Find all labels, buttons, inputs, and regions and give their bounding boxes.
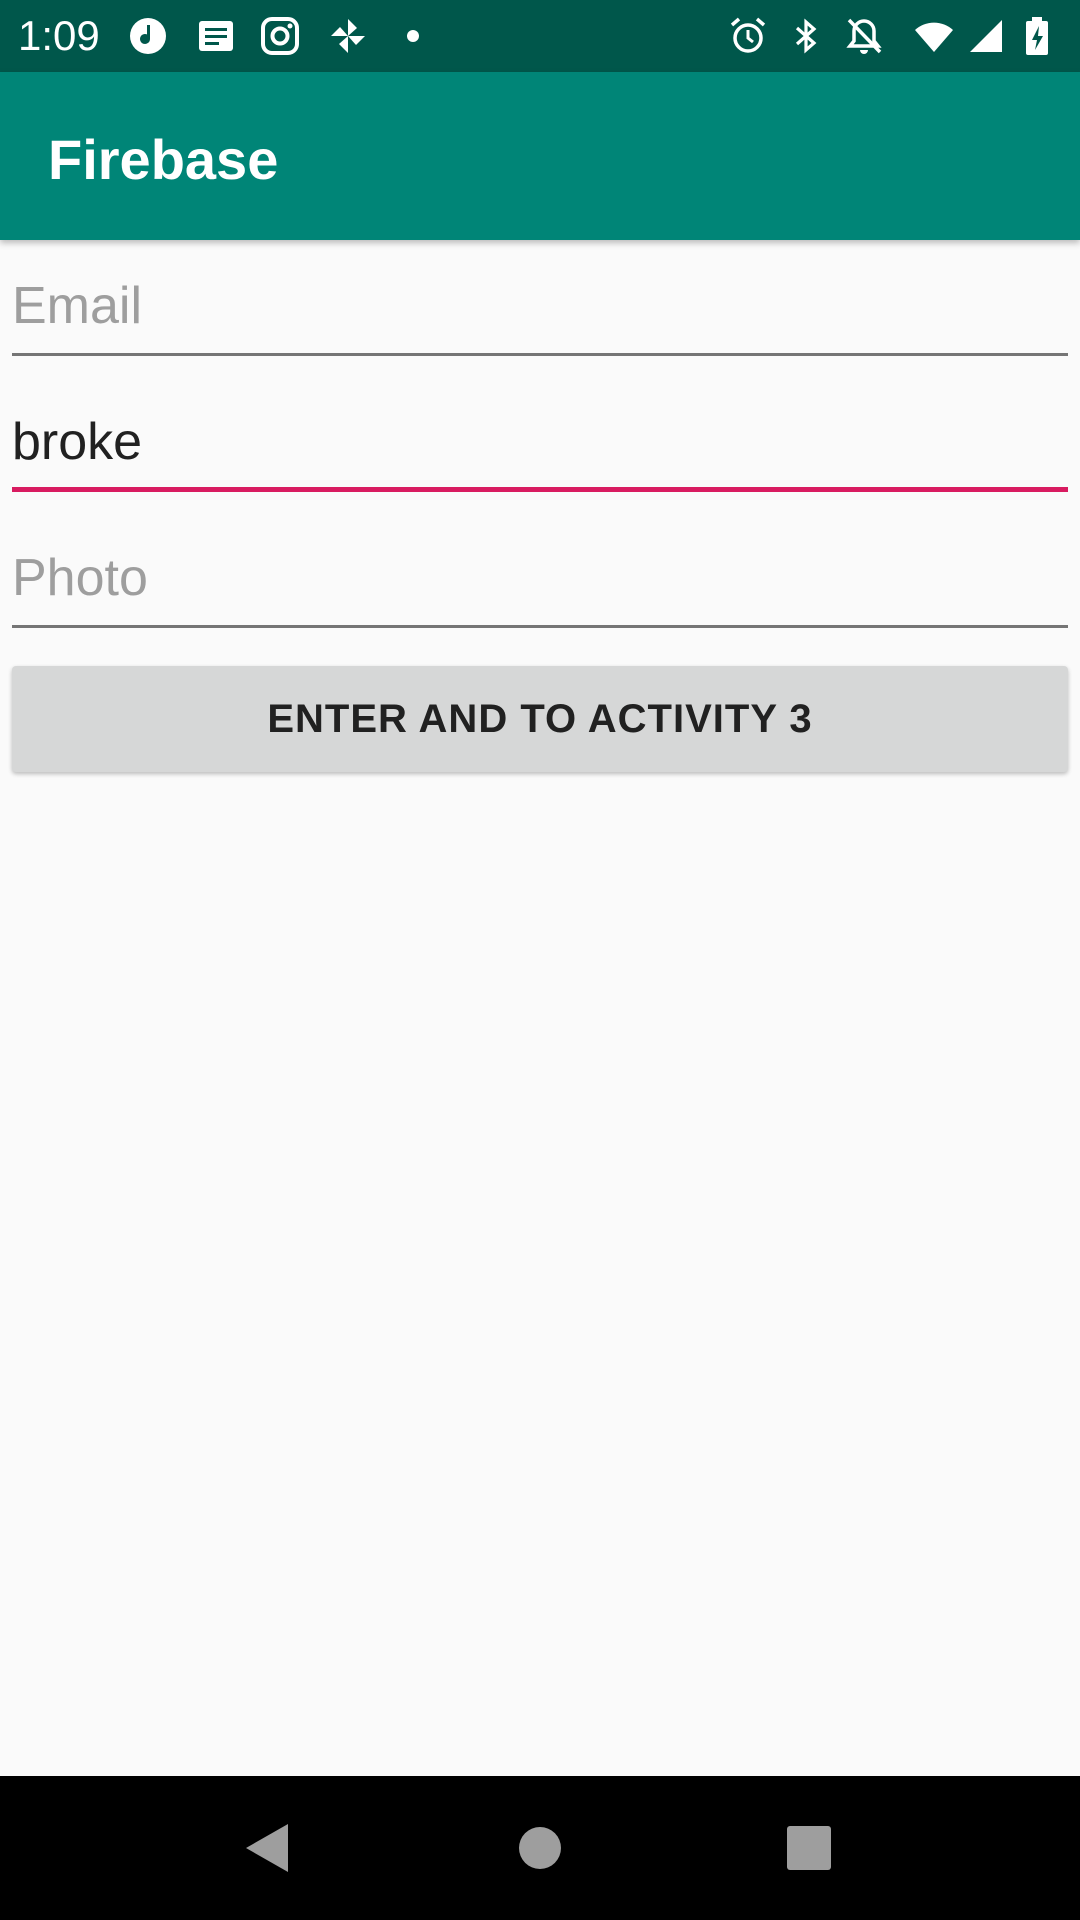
dot-icon — [393, 16, 433, 56]
photo-field-underline — [12, 625, 1068, 628]
password-field-underline — [12, 487, 1068, 492]
email-field-container — [12, 246, 1068, 356]
navigation-bar — [0, 1776, 1080, 1920]
music-note-icon — [128, 16, 168, 56]
photo-field[interactable] — [12, 538, 1068, 618]
email-field-underline — [12, 353, 1068, 356]
news-icon — [196, 16, 236, 56]
app-title: Firebase — [48, 128, 279, 191]
instagram-icon — [260, 16, 300, 56]
recents-icon[interactable] — [759, 1798, 859, 1898]
password-field-container — [12, 382, 1068, 492]
wifi-icon — [914, 16, 954, 56]
enter-activity-3-button[interactable]: ENTER AND TO ACTIVITY 3 — [12, 666, 1068, 772]
status-time: 1:09 — [18, 12, 100, 59]
password-field[interactable] — [12, 402, 1068, 482]
email-field[interactable] — [12, 266, 1068, 346]
home-icon[interactable] — [490, 1798, 590, 1898]
notifications-off-icon — [844, 16, 884, 56]
alarm-icon — [728, 16, 768, 56]
pinwheel-icon — [328, 16, 368, 56]
photo-field-container — [12, 518, 1068, 628]
app-bar: Firebase — [0, 72, 1080, 240]
cell-signal-icon — [966, 16, 1006, 56]
battery-charging-icon — [1020, 16, 1056, 56]
status-bar: 1:09 — [0, 0, 1080, 72]
bluetooth-icon — [786, 16, 826, 56]
back-icon[interactable] — [218, 1798, 318, 1898]
